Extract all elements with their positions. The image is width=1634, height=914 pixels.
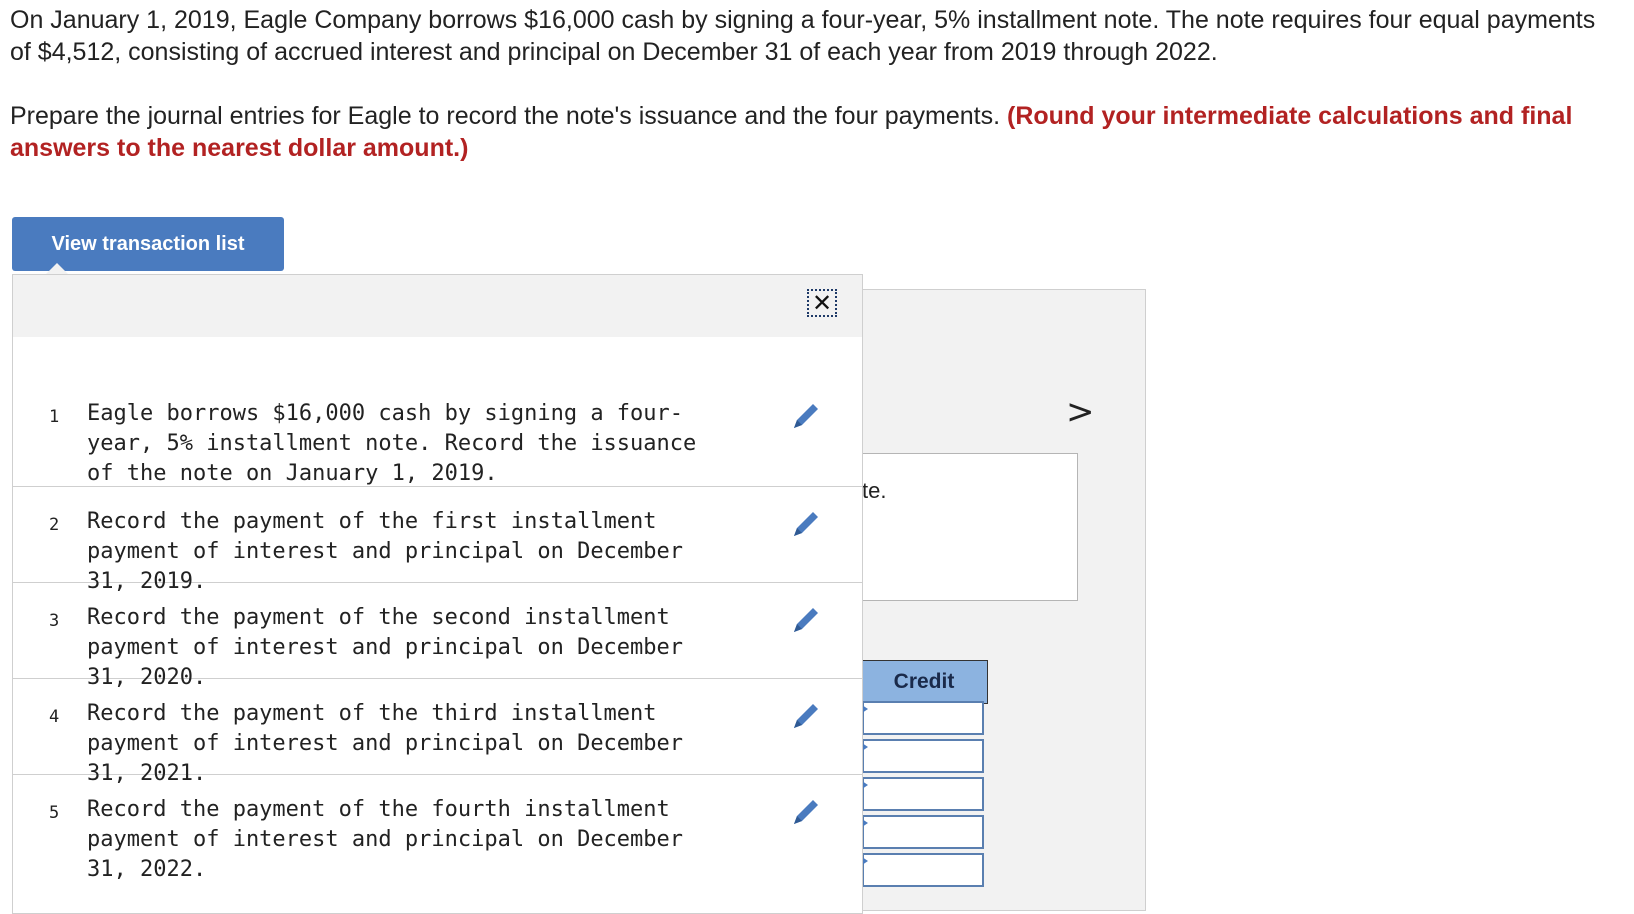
credit-column-header: Credit bbox=[860, 660, 988, 704]
transaction-row-5: 5 Record the payment of the fourth insta… bbox=[13, 775, 862, 913]
transaction-row-1: 1 Eagle borrows $16,000 cash by signing … bbox=[13, 337, 862, 487]
transaction-number: 5 bbox=[49, 803, 60, 823]
close-icon[interactable]: ✕ bbox=[807, 289, 837, 317]
next-arrow-icon[interactable]: > bbox=[1066, 392, 1095, 432]
transaction-number: 3 bbox=[49, 611, 60, 631]
transaction-number: 2 bbox=[49, 515, 60, 535]
transaction-description-fragment: te. bbox=[862, 478, 887, 503]
transaction-description-box bbox=[860, 453, 1078, 601]
edit-pencil-icon[interactable] bbox=[789, 507, 823, 541]
transaction-text: Eagle borrows $16,000 cash by signing a … bbox=[87, 401, 697, 486]
edit-pencil-icon[interactable] bbox=[789, 795, 823, 829]
transaction-list-popup: ✕ 1 Eagle borrows $16,000 cash by signin… bbox=[12, 274, 863, 914]
transaction-row-3: 3 Record the payment of the second insta… bbox=[13, 583, 862, 690]
credit-input-row-2[interactable] bbox=[862, 739, 984, 773]
transaction-text: Record the payment of the fourth install… bbox=[87, 797, 684, 882]
transaction-number: 1 bbox=[49, 407, 60, 427]
edit-pencil-icon[interactable] bbox=[789, 603, 823, 637]
credit-input-row-4[interactable] bbox=[862, 815, 984, 849]
credit-input-row-3[interactable] bbox=[862, 777, 984, 811]
popup-header: ✕ bbox=[13, 275, 862, 337]
transaction-row-4: 4 Record the payment of the third instal… bbox=[13, 679, 862, 786]
problem-paragraph-1: On January 1, 2019, Eagle Company borrow… bbox=[10, 6, 1596, 66]
transaction-number: 4 bbox=[49, 707, 60, 727]
problem-statement: On January 1, 2019, Eagle Company borrow… bbox=[10, 4, 1610, 164]
instruction-text: Prepare the journal entries for Eagle to… bbox=[10, 102, 1008, 130]
credit-input-row-1[interactable] bbox=[862, 701, 984, 735]
edit-pencil-icon[interactable] bbox=[789, 399, 823, 433]
problem-paragraph-2: Prepare the journal entries for Eagle to… bbox=[10, 100, 1610, 164]
edit-pencil-icon[interactable] bbox=[789, 699, 823, 733]
credit-input-row-5[interactable] bbox=[862, 853, 984, 887]
transaction-row-2: 2 Record the payment of the first instal… bbox=[13, 487, 862, 594]
